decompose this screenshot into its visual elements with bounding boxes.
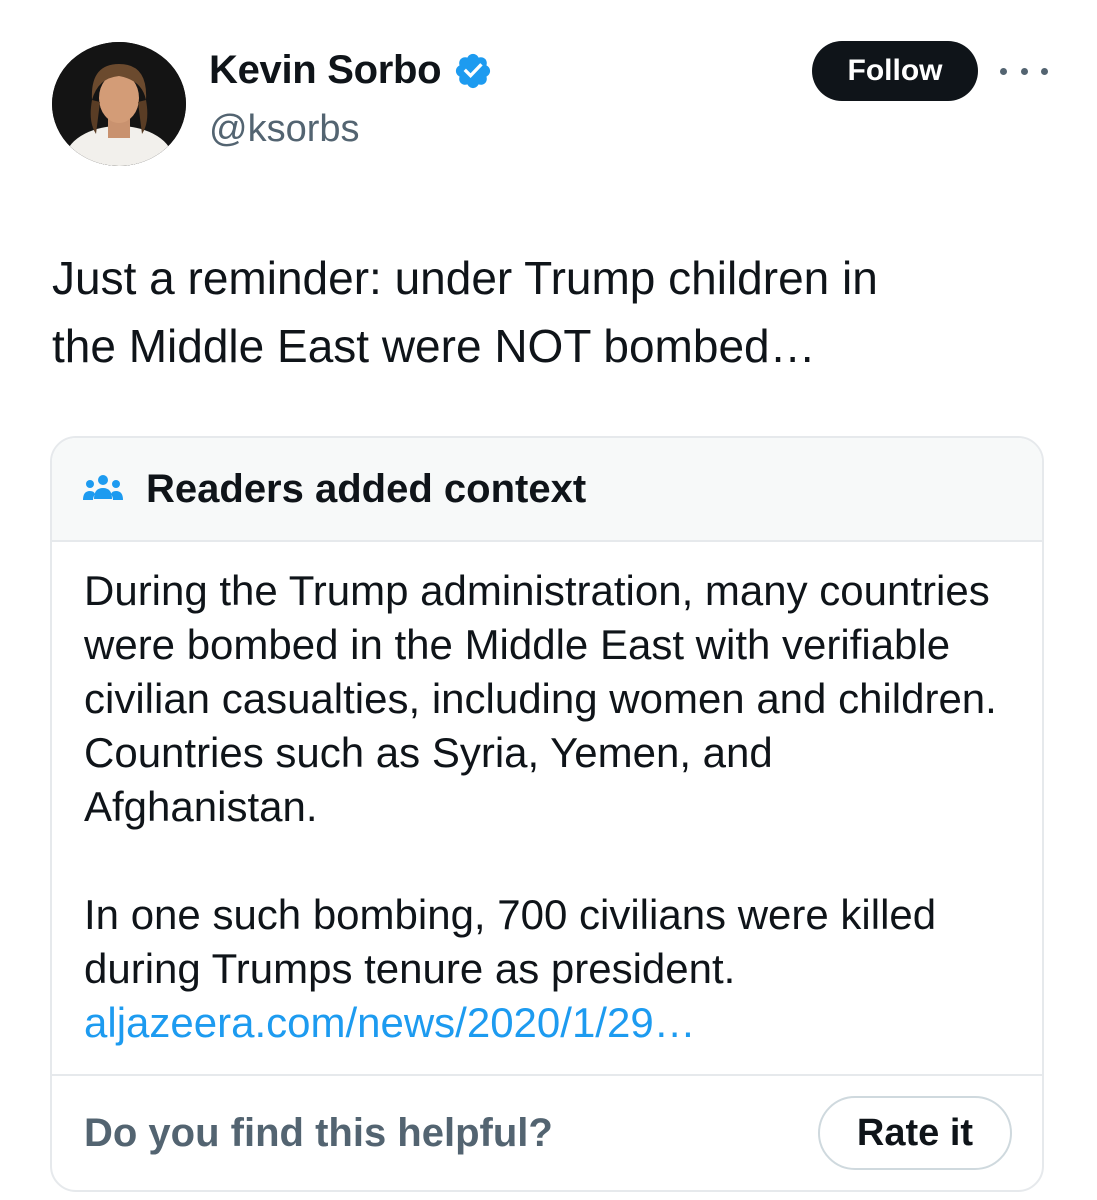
community-note-footer: Do you find this helpful? Rate it <box>52 1076 1042 1190</box>
dot <box>1020 67 1028 75</box>
verified-badge-icon[interactable] <box>453 51 493 91</box>
tweet-text: Just a reminder: under Trump children in… <box>52 252 878 372</box>
helpful-question: Do you find this helpful? <box>84 1110 553 1155</box>
more-horizontal-icon[interactable] <box>1000 56 1048 86</box>
profile-photo <box>52 42 186 166</box>
author-handle[interactable]: @ksorbs <box>209 108 360 151</box>
community-note-title: Readers added context <box>146 466 587 511</box>
community-note: Readers added context During the Trump a… <box>50 436 1044 1192</box>
dot <box>1000 67 1007 75</box>
dot <box>1041 67 1048 75</box>
rate-it-button[interactable]: Rate it <box>818 1096 1012 1170</box>
note-paragraph-text: In one such bombing, 700 civilians were … <box>84 891 937 992</box>
source-link[interactable]: aljazeera.com/news/2020/1/29… <box>84 996 1012 1050</box>
community-note-header: Readers added context <box>52 438 1042 542</box>
note-paragraph: During the Trump administration, many co… <box>84 567 997 830</box>
follow-button[interactable]: Follow <box>812 41 978 101</box>
people-icon <box>83 475 123 500</box>
author-name-row: Kevin Sorbo <box>209 48 493 93</box>
community-note-body: During the Trump administration, many co… <box>52 542 1042 1076</box>
author-display-name[interactable]: Kevin Sorbo <box>209 48 442 93</box>
note-paragraph: In one such bombing, 700 civilians were … <box>84 888 1012 1050</box>
avatar[interactable] <box>52 42 186 166</box>
